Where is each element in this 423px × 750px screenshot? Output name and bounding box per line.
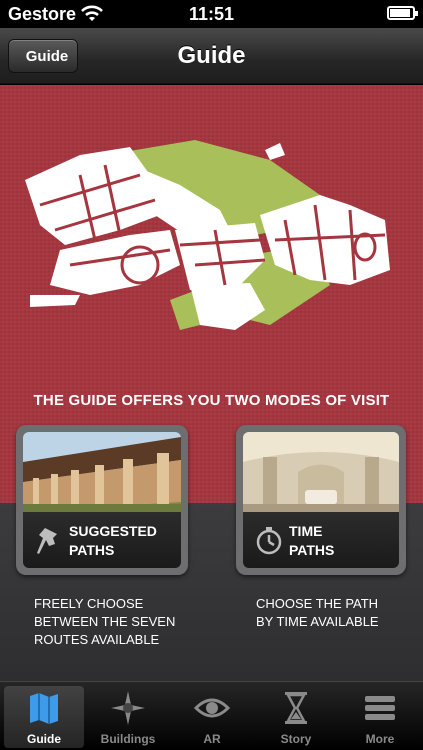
suggested-paths-description: FREELY CHOOSE BETWEEN THE SEVEN ROUTES A…: [34, 596, 176, 647]
time-paths-description: CHOOSE THE PATH BY TIME AVAILABLE: [256, 596, 379, 629]
status-bar: Gestore 11:51: [0, 0, 423, 28]
site-map-illustration: [25, 140, 390, 330]
tab-more[interactable]: More: [340, 686, 420, 748]
battery-icon: [387, 6, 418, 20]
tab-buildings[interactable]: Buildings: [88, 686, 168, 748]
time-paths-label-box: TIME PATHS: [243, 512, 399, 568]
tab-guide[interactable]: Guide: [4, 686, 84, 748]
colonnade-photo: [23, 432, 181, 512]
tab-bar: Guide Buildings AR Story More: [0, 681, 423, 750]
suggested-paths-title: SUGGESTED PATHS: [69, 523, 157, 558]
bath-interior-photo: [243, 432, 399, 512]
time-paths-title: TIME PATHS: [289, 523, 335, 558]
suggested-paths-card[interactable]: SUGGESTED PATHS: [16, 425, 188, 575]
tab-ar[interactable]: AR: [172, 686, 252, 748]
clock-time: 11:51: [188, 4, 235, 24]
navigation-bar: Guide Guide: [0, 28, 423, 84]
compass-icon: [111, 691, 145, 725]
pin-icon: [37, 528, 57, 554]
suggested-paths-label-box: SUGGESTED PATHS: [23, 512, 181, 568]
eye-icon: [194, 698, 230, 718]
hourglass-icon: [285, 692, 307, 724]
tab-story[interactable]: Story: [256, 686, 336, 748]
modes-headline: THE GUIDE OFFERS YOU TWO MODES OF VISIT: [33, 392, 390, 409]
more-icon: [365, 696, 395, 720]
page-title: Guide: [177, 42, 246, 69]
time-paths-card[interactable]: TIME PATHS: [236, 425, 406, 575]
map-icon: [30, 693, 58, 724]
clock-icon: [256, 527, 282, 555]
